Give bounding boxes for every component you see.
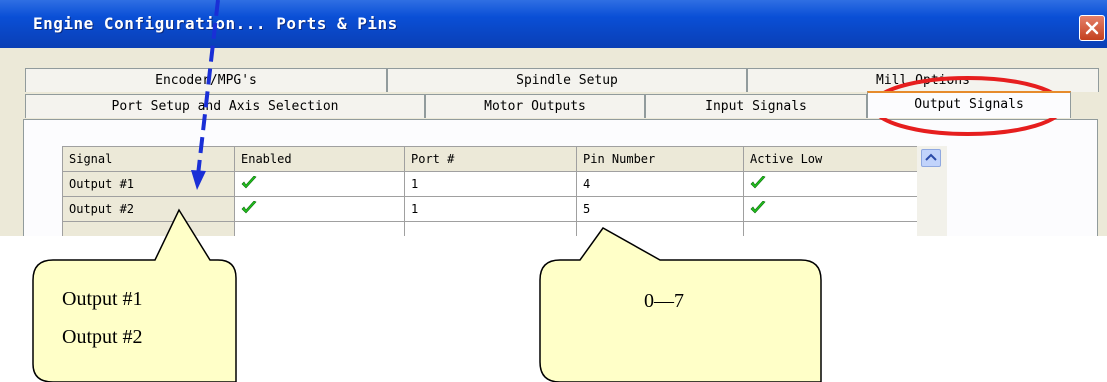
- green-check-icon: [241, 175, 257, 188]
- title-bar[interactable]: Engine Configuration... Ports & Pins: [0, 0, 1107, 48]
- column-header-enabled[interactable]: Enabled: [234, 146, 405, 172]
- column-header-signal[interactable]: Signal: [62, 146, 235, 172]
- tab-input-signals[interactable]: Input Signals: [645, 94, 867, 118]
- tab-mill-options[interactable]: Mill Options: [747, 68, 1099, 92]
- close-icon: [1085, 21, 1099, 35]
- output-signals-table: Signal Enabled Port # Pin Number Active …: [62, 146, 918, 236]
- table-header-row: Signal Enabled Port # Pin Number Active …: [62, 146, 918, 172]
- active-low-cell[interactable]: [743, 196, 918, 222]
- table-row[interactable]: Output #1 1 4: [62, 171, 918, 197]
- table-row-partial[interactable]: [62, 221, 918, 236]
- signal-cell: Output #2: [62, 196, 235, 222]
- table-row[interactable]: Output #2 1 5: [62, 196, 918, 222]
- window-title: Engine Configuration... Ports & Pins: [33, 14, 398, 33]
- green-check-icon: [750, 200, 766, 213]
- enabled-cell[interactable]: [234, 196, 405, 222]
- pin-number-cell[interactable]: 4: [576, 171, 744, 197]
- scroll-up-button[interactable]: [921, 149, 941, 167]
- close-button[interactable]: [1079, 15, 1105, 41]
- callout-text-line2: Output #2: [62, 326, 143, 348]
- green-check-icon: [750, 175, 766, 188]
- column-header-active-low[interactable]: Active Low: [743, 146, 918, 172]
- callout-text-range: 0—7: [644, 290, 684, 312]
- green-check-icon: [241, 200, 257, 213]
- tab-motor-outputs[interactable]: Motor Outputs: [425, 94, 645, 118]
- callout-text-line1: Output #1: [62, 288, 143, 310]
- tab-encoder-mpgs[interactable]: Encoder/MPG's: [25, 68, 387, 92]
- engine-config-window: Engine Configuration... Ports & Pins Enc…: [0, 0, 1107, 236]
- active-low-cell[interactable]: [743, 171, 918, 197]
- port-cell[interactable]: 1: [404, 171, 577, 197]
- tab-spindle-setup[interactable]: Spindle Setup: [387, 68, 747, 92]
- signal-cell: Output #1: [62, 171, 235, 197]
- column-header-pin-number[interactable]: Pin Number: [576, 146, 744, 172]
- tab-port-setup[interactable]: Port Setup and Axis Selection: [25, 94, 425, 118]
- tab-output-signals[interactable]: Output Signals: [867, 91, 1071, 118]
- chevron-up-icon: [925, 153, 937, 161]
- enabled-cell[interactable]: [234, 171, 405, 197]
- column-header-port[interactable]: Port #: [404, 146, 577, 172]
- pin-number-cell[interactable]: 5: [576, 196, 744, 222]
- port-cell[interactable]: 1: [404, 196, 577, 222]
